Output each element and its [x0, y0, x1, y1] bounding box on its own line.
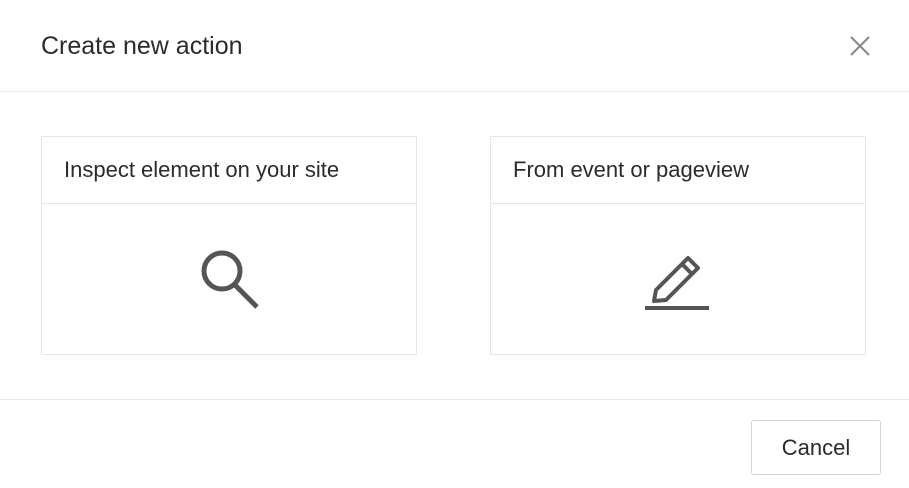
pencil-icon [645, 256, 709, 310]
create-action-modal: Create new action Inspect element on you… [0, 0, 909, 488]
option-title: From event or pageview [491, 137, 865, 204]
close-button[interactable] [844, 30, 876, 62]
modal-body: Inspect element on your site From event … [0, 93, 909, 399]
modal-footer: Cancel [0, 399, 909, 488]
modal-header: Create new action [0, 0, 909, 92]
option-icon-area [42, 204, 416, 354]
close-icon [850, 36, 870, 56]
option-icon-area [491, 204, 865, 354]
modal-title: Create new action [41, 32, 243, 60]
search-icon [201, 250, 259, 309]
option-title: Inspect element on your site [42, 137, 416, 204]
inspect-element-option[interactable]: Inspect element on your site [41, 136, 417, 355]
event-pageview-option[interactable]: From event or pageview [490, 136, 866, 355]
cancel-button[interactable]: Cancel [751, 420, 881, 475]
